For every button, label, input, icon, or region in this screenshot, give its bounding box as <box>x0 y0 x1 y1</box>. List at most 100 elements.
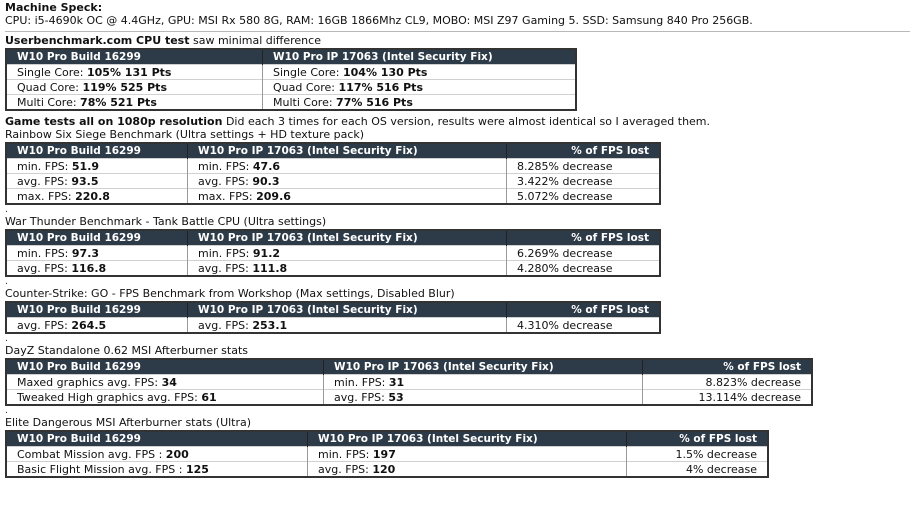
cell-value: 34 <box>161 375 177 389</box>
cell-value: 264.5 <box>71 318 107 332</box>
table-row: avg. FPS: 116.8 avg. FPS: 111.8 4.280% d… <box>6 260 661 276</box>
header-fps-lost: % of FPS lost <box>506 143 661 159</box>
header-ip-17063: W10 Pro IP 17063 (Intel Security Fix) <box>187 230 507 246</box>
cell-label: avg. FPS: <box>198 318 253 332</box>
separator-dot: . <box>5 334 8 344</box>
header-ip-17063: W10 Pro IP 17063 (Intel Security Fix) <box>262 49 577 65</box>
table-cell: avg. FPS: 116.8 <box>6 260 188 276</box>
machine-specs: CPU: i5-4690k OC @ 4.4GHz, GPU: MSI Rx 5… <box>5 14 753 27</box>
userbench-heading-bold: Userbenchmark.com CPU test <box>5 34 190 47</box>
header-build-16299: W10 Pro Build 16299 <box>6 143 188 159</box>
table-cell: Multi Core: 78% 521 Pts <box>6 94 263 110</box>
table-row: avg. FPS: 93.5 avg. FPS: 90.3 3.422% dec… <box>6 173 661 189</box>
cell-label: avg. FPS: <box>318 462 373 476</box>
cell-label: avg. FPS: <box>17 174 72 188</box>
table-row: min. FPS: 97.3 min. FPS: 91.2 6.269% dec… <box>6 245 661 261</box>
cell-value: 91.2 <box>252 246 281 260</box>
cell-value: 51.9 <box>71 159 100 173</box>
elite-dangerous-table: W10 Pro Build 16299 W10 Pro IP 17063 (In… <box>5 430 769 478</box>
table-cell: avg. FPS: 120 <box>307 461 627 477</box>
game-intro: Game tests all on 1080p resolution Did e… <box>5 115 917 128</box>
userbench-heading-rest: saw minimal difference <box>189 34 321 47</box>
fps-lost-cell: 1.5% decrease <box>626 446 769 462</box>
fps-lost-cell: 3.422% decrease <box>506 173 661 189</box>
table-cell: min. FPS: 197 <box>307 446 627 462</box>
cell-label: Tweaked High graphics avg. FPS: <box>17 390 202 404</box>
cell-value: 105% 131 Pts <box>86 65 172 79</box>
game-intro-bold: Game tests all on 1080p resolution <box>5 115 223 128</box>
cell-label: avg. FPS: <box>334 390 389 404</box>
cell-value: 97.3 <box>71 246 100 260</box>
separator-dot: . <box>5 205 8 215</box>
table-row: Multi Core: 78% 521 Pts Multi Core: 77% … <box>6 94 577 110</box>
cell-label: min. FPS: <box>198 246 253 260</box>
table-row: Single Core: 105% 131 Pts Single Core: 1… <box>6 64 577 80</box>
csgo-table: W10 Pro Build 16299 W10 Pro IP 17063 (In… <box>5 301 661 334</box>
cell-value: 111.8 <box>252 261 288 275</box>
table-header-row: W10 Pro Build 16299 W10 Pro IP 17063 (In… <box>6 230 661 246</box>
table-header-row: W10 Pro Build 16299 W10 Pro IP 17063 (In… <box>6 359 813 375</box>
cell-label: Maxed graphics avg. FPS: <box>17 375 162 389</box>
cell-value: 61 <box>201 390 217 404</box>
table-header-row: W10 Pro Build 16299 W10 Pro IP 17063 (In… <box>6 302 661 318</box>
table-cell: avg. FPS: 264.5 <box>6 317 188 333</box>
table-cell: Combat Mission avg. FPS : 200 <box>6 446 308 462</box>
table-cell: Single Core: 105% 131 Pts <box>6 64 263 80</box>
table-cell: min. FPS: 97.3 <box>6 245 188 261</box>
header-fps-lost: % of FPS lost <box>506 230 661 246</box>
table-cell: avg. FPS: 111.8 <box>187 260 507 276</box>
table-cell: min. FPS: 91.2 <box>187 245 507 261</box>
userbench-heading: Userbenchmark.com CPU test saw minimal d… <box>5 34 917 47</box>
cell-label: Multi Core: <box>17 95 81 109</box>
table-header-row: W10 Pro Build 16299 W10 Pro IP 17063 (In… <box>6 143 661 159</box>
table-row: Maxed graphics avg. FPS: 34 min. FPS: 31… <box>6 374 813 390</box>
header-ip-17063: W10 Pro IP 17063 (Intel Security Fix) <box>307 431 627 447</box>
table-cell: min. FPS: 47.6 <box>187 158 507 174</box>
cell-value: 78% 521 Pts <box>80 95 157 109</box>
cell-value: 53 <box>388 390 404 404</box>
header-build-16299: W10 Pro Build 16299 <box>6 302 188 318</box>
cell-label: Multi Core: <box>273 95 337 109</box>
cell-value: 197 <box>372 447 396 461</box>
table-cell: Basic Flight Mission avg. FPS : 125 <box>6 461 308 477</box>
fps-lost-cell: 4.280% decrease <box>506 260 661 276</box>
separator-dot: . <box>5 406 8 416</box>
table-cell: min. FPS: 51.9 <box>6 158 188 174</box>
header-ip-17063: W10 Pro IP 17063 (Intel Security Fix) <box>187 302 507 318</box>
table-cell: avg. FPS: 90.3 <box>187 173 507 189</box>
cell-label: avg. FPS: <box>17 261 72 275</box>
cell-value: 31 <box>388 375 405 389</box>
header-fps-lost: % of FPS lost <box>506 302 661 318</box>
table-cell: Quad Core: 117% 516 Pts <box>262 79 577 95</box>
separator-dot: . <box>5 277 8 287</box>
game-intro-rest: Did each 3 times for each OS version, re… <box>222 115 711 128</box>
cell-label: Quad Core: <box>273 80 339 94</box>
cell-value: 119% 525 Pts <box>82 80 167 94</box>
cell-label: Combat Mission avg. FPS : <box>17 447 166 461</box>
table-cell: avg. FPS: 53 <box>323 389 643 405</box>
machine-heading: Machine Speck: <box>5 1 103 14</box>
game-title-war-thunder: War Thunder Benchmark - Tank Battle CPU … <box>5 215 327 228</box>
header-build-16299: W10 Pro Build 16299 <box>6 230 188 246</box>
table-row: min. FPS: 51.9 min. FPS: 47.6 8.285% dec… <box>6 158 661 174</box>
table-cell: Tweaked High graphics avg. FPS: 61 <box>6 389 324 405</box>
cell-value: 116.8 <box>71 261 107 275</box>
cell-value: 125 <box>185 462 209 476</box>
table-cell: avg. FPS: 253.1 <box>187 317 507 333</box>
cell-value: 93.5 <box>71 174 99 188</box>
game-title-dayz: DayZ Standalone 0.62 MSI Afterburner sta… <box>5 344 248 357</box>
header-ip-17063: W10 Pro IP 17063 (Intel Security Fix) <box>323 359 643 375</box>
cell-label: max. FPS: <box>198 189 257 203</box>
table-row: avg. FPS: 264.5 avg. FPS: 253.1 4.310% d… <box>6 317 661 333</box>
document-body: Machine Speck: CPU: i5-4690k OC @ 4.4GHz… <box>0 0 917 478</box>
cell-label: min. FPS: <box>318 447 373 461</box>
fps-lost-cell: 4.310% decrease <box>506 317 661 333</box>
table-row: Tweaked High graphics avg. FPS: 61 avg. … <box>6 389 813 405</box>
cell-value: 90.3 <box>252 174 280 188</box>
table-header-row: W10 Pro Build 16299 W10 Pro IP 17063 (In… <box>6 431 769 447</box>
userbench-table: W10 Pro Build 16299 W10 Pro IP 17063 (In… <box>5 48 577 111</box>
header-build-16299: W10 Pro Build 16299 <box>6 359 324 375</box>
cell-label: Basic Flight Mission avg. FPS : <box>17 462 186 476</box>
cell-value: 209.6 <box>256 189 291 203</box>
cell-value: 117% 516 Pts <box>338 80 423 94</box>
